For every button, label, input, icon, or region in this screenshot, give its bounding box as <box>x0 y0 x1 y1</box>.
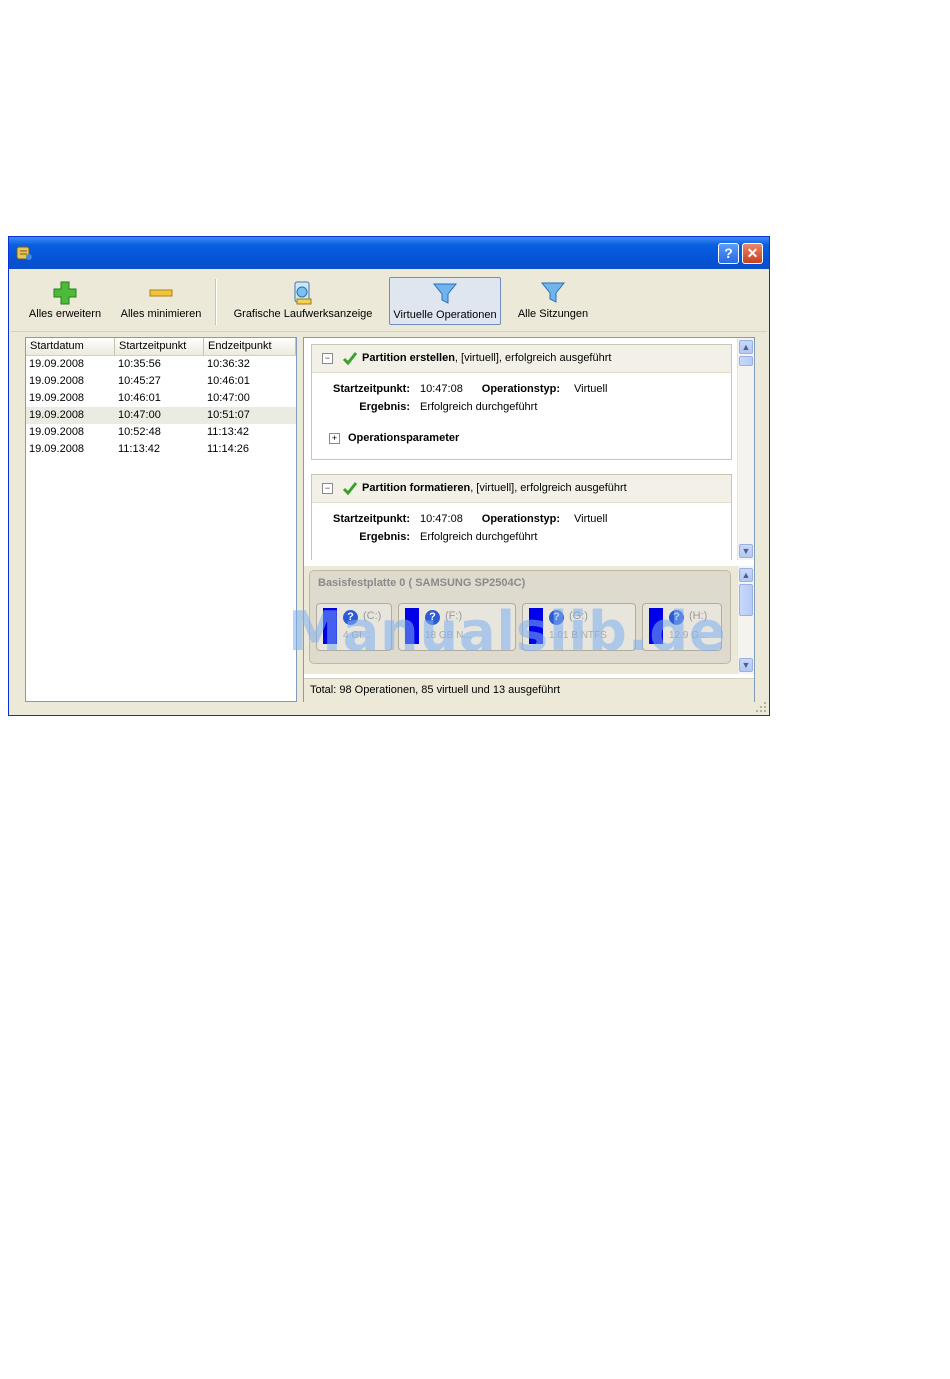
session-start-date: 19.09.2008 <box>29 426 85 438</box>
operation-type-value: Virtuell <box>574 513 608 525</box>
operation-header[interactable]: − Partition erstellen, [virtuell], erfol… <box>312 345 731 373</box>
session-start-date: 19.09.2008 <box>29 392 85 404</box>
status-text: Total: 98 Operationen, 85 virtuell und 1… <box>310 684 561 696</box>
status-bar: Total: 98 Operationen, 85 virtuell und 1… <box>304 678 754 702</box>
title-bar[interactable]: ? ✕ <box>9 237 769 269</box>
session-end-time: 10:51:07 <box>207 409 250 421</box>
operations-scrollbar[interactable]: ▲ ▼ <box>737 338 754 560</box>
session-row[interactable]: 19.09.2008 10:46:01 10:47:00 <box>26 390 296 407</box>
start-time-label: Startzeitpunkt: <box>333 513 410 525</box>
filter-icon <box>432 283 458 304</box>
minus-icon <box>149 289 173 297</box>
session-row[interactable]: 19.09.2008 10:35:56 10:36:32 <box>26 356 296 373</box>
session-start-date: 19.09.2008 <box>29 375 85 387</box>
plus-icon <box>53 281 77 305</box>
operation-title: Partition formatieren, [virtuell], erfol… <box>362 482 627 494</box>
column-start-date[interactable]: Startdatum <box>26 338 115 355</box>
session-start-date: 19.09.2008 <box>29 409 85 421</box>
resize-grip-icon[interactable] <box>755 701 767 713</box>
start-time-value: 10:47:08 <box>420 383 463 395</box>
operation-card: − Partition formatieren, [virtuell], erf… <box>311 474 732 560</box>
operation-header[interactable]: − Partition formatieren, [virtuell], erf… <box>312 475 731 503</box>
operation-name: Partition formatieren <box>362 482 471 494</box>
operation-type-label: Operationstyp: <box>481 383 560 395</box>
session-row-selected[interactable]: 19.09.2008 10:47:00 10:51:07 <box>26 407 296 424</box>
session-start-time: 10:45:27 <box>118 375 161 387</box>
collapse-all-button[interactable]: Alles minimieren <box>117 277 205 325</box>
operation-status: , [virtuell], erfolgreich ausgeführt <box>454 352 612 364</box>
disk-title: Basisfestplatte 0 ( SAMSUNG SP2504C) <box>318 577 526 589</box>
scroll-thumb[interactable] <box>739 584 753 616</box>
operation-type-value: Virtuell <box>574 383 608 395</box>
operations-list: − Partition erstellen, [virtuell], erfol… <box>304 338 738 560</box>
graphic-view-label: Grafische Laufwerksanzeige <box>233 308 373 320</box>
expand-toggle-icon[interactable]: + <box>329 433 340 444</box>
operation-name: Partition erstellen <box>362 352 455 364</box>
close-button[interactable]: ✕ <box>742 243 763 264</box>
virtual-operations-button[interactable]: Virtuelle Operationen <box>389 277 501 325</box>
toolbar: Alles erweitern Alles minimieren Grafisc… <box>11 271 767 332</box>
operation-type-label: Operationstyp: <box>481 513 560 525</box>
sessions-header: Startdatum Startzeitpunkt Endzeitpunkt <box>26 338 296 356</box>
column-start-time[interactable]: Startzeitpunkt <box>115 338 204 355</box>
session-row[interactable]: 19.09.2008 10:52:48 11:13:42 <box>26 424 296 441</box>
session-start-time: 10:52:48 <box>118 426 161 438</box>
all-sessions-button[interactable]: Alle Sitzungen <box>513 277 593 325</box>
app-icon <box>16 246 32 260</box>
operation-card: − Partition erstellen, [virtuell], erfol… <box>311 344 732 460</box>
column-end-time[interactable]: Endzeitpunkt <box>204 338 296 355</box>
checkmark-icon <box>342 352 358 366</box>
scroll-up-icon[interactable]: ▲ <box>739 568 753 582</box>
start-time-label: Startzeitpunkt: <box>333 383 410 395</box>
session-row[interactable]: 19.09.2008 10:45:27 10:46:01 <box>26 373 296 390</box>
virtual-operations-label: Virtuelle Operationen <box>393 309 497 321</box>
graphic-view-button[interactable]: Grafische Laufwerksanzeige <box>229 277 377 325</box>
toolbar-separator <box>215 279 217 325</box>
disk-scrollbar[interactable]: ▲ ▼ <box>737 566 754 674</box>
start-time-value: 10:47:08 <box>420 513 463 525</box>
filter-icon <box>540 282 566 303</box>
result-value: Erfolgreich durchgeführt <box>420 531 538 543</box>
session-start-time: 10:47:00 <box>118 409 161 421</box>
help-button[interactable]: ? <box>718 243 739 264</box>
session-start-date: 19.09.2008 <box>29 443 85 455</box>
checkmark-icon <box>342 482 358 496</box>
collapse-all-label: Alles minimieren <box>120 308 202 320</box>
result-value: Erfolgreich durchgeführt <box>420 401 538 413</box>
session-end-time: 10:46:01 <box>207 375 250 387</box>
scroll-down-icon[interactable]: ▼ <box>739 544 753 558</box>
session-start-date: 19.09.2008 <box>29 358 85 370</box>
disk-view-icon <box>294 281 312 305</box>
all-sessions-label: Alle Sitzungen <box>517 308 589 320</box>
session-end-time: 10:36:32 <box>207 358 250 370</box>
scroll-thumb[interactable] <box>739 356 753 366</box>
operation-title: Partition erstellen, [virtuell], erfolgr… <box>362 352 611 364</box>
collapse-toggle-icon[interactable]: − <box>322 353 333 364</box>
session-start-time: 10:35:56 <box>118 358 161 370</box>
collapse-toggle-icon[interactable]: − <box>322 483 333 494</box>
expand-all-label: Alles erweitern <box>28 308 102 320</box>
session-end-time: 11:14:26 <box>207 443 250 455</box>
operation-status: , [virtuell], erfolgreich ausgeführt <box>470 482 627 494</box>
expand-all-button[interactable]: Alles erweitern <box>25 277 105 325</box>
watermark: Manualslib.de <box>288 600 727 663</box>
result-label: Ergebnis: <box>359 401 410 413</box>
session-start-time: 11:13:42 <box>118 443 161 455</box>
scroll-down-icon[interactable]: ▼ <box>739 658 753 672</box>
session-end-time: 10:47:00 <box>207 392 250 404</box>
operation-parameters-label[interactable]: Operationsparameter <box>348 432 459 444</box>
session-row[interactable]: 19.09.2008 11:13:42 11:14:26 <box>26 441 296 458</box>
session-end-time: 11:13:42 <box>207 426 250 438</box>
session-start-time: 10:46:01 <box>118 392 161 404</box>
result-label: Ergebnis: <box>359 531 410 543</box>
scroll-up-icon[interactable]: ▲ <box>739 340 753 354</box>
sessions-list[interactable]: Startdatum Startzeitpunkt Endzeitpunkt 1… <box>25 337 297 702</box>
